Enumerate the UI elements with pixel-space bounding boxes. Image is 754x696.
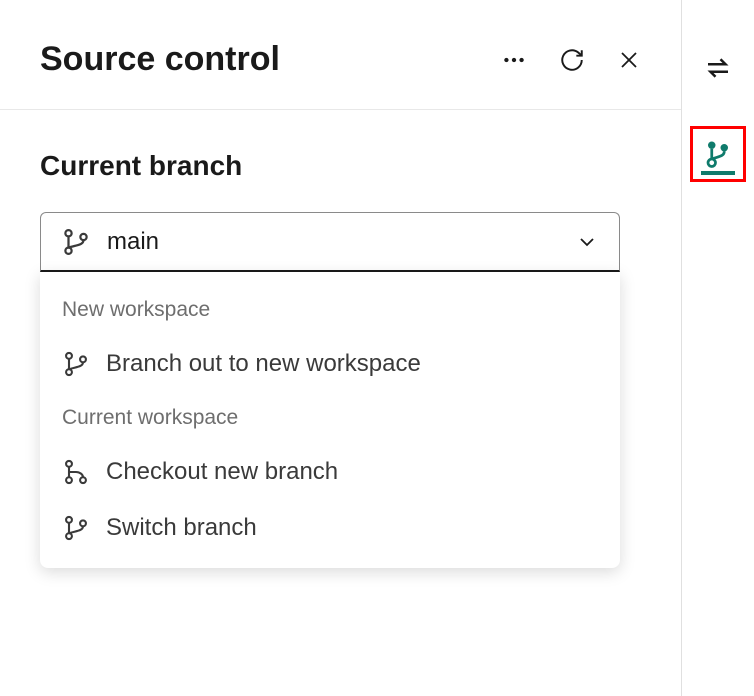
page-title: Source control [40, 40, 501, 79]
refresh-icon [559, 47, 585, 73]
refresh-button[interactable] [559, 47, 585, 73]
branch-icon [62, 350, 90, 378]
branch-icon [62, 514, 90, 542]
menu-item-branch-out[interactable]: Branch out to new workspace [40, 336, 620, 392]
menu-item-label: Switch branch [106, 514, 257, 542]
checkout-branch-icon [62, 458, 90, 486]
menu-item-checkout-new-branch[interactable]: Checkout new branch [40, 444, 620, 500]
right-rail [682, 0, 754, 696]
more-horizontal-icon [501, 47, 527, 73]
branch-dropdown[interactable]: main [40, 212, 620, 272]
menu-group-current-workspace: Current workspace [40, 392, 620, 444]
menu-item-switch-branch[interactable]: Switch branch [40, 500, 620, 556]
header-actions [501, 47, 641, 73]
chevron-down-icon [575, 230, 599, 254]
close-button[interactable] [617, 48, 641, 72]
menu-group-new-workspace: New workspace [40, 284, 620, 336]
menu-item-label: Checkout new branch [106, 458, 338, 486]
panel-content: Current branch main New workspace [0, 110, 681, 608]
current-branch-label: Current branch [40, 150, 641, 182]
branch-icon [61, 227, 91, 257]
more-options-button[interactable] [501, 47, 527, 73]
git-branch-icon [703, 139, 733, 169]
rail-sync-button[interactable] [690, 40, 746, 96]
branch-dropdown-value: main [107, 228, 575, 256]
rail-source-control-button[interactable] [690, 126, 746, 182]
source-control-panel: Source control [0, 0, 682, 696]
branch-dropdown-menu: New workspace Branch out to new workspac… [40, 272, 620, 568]
menu-item-label: Branch out to new workspace [106, 350, 421, 378]
sync-arrows-icon [703, 53, 733, 83]
panel-header: Source control [0, 0, 681, 110]
close-icon [617, 48, 641, 72]
